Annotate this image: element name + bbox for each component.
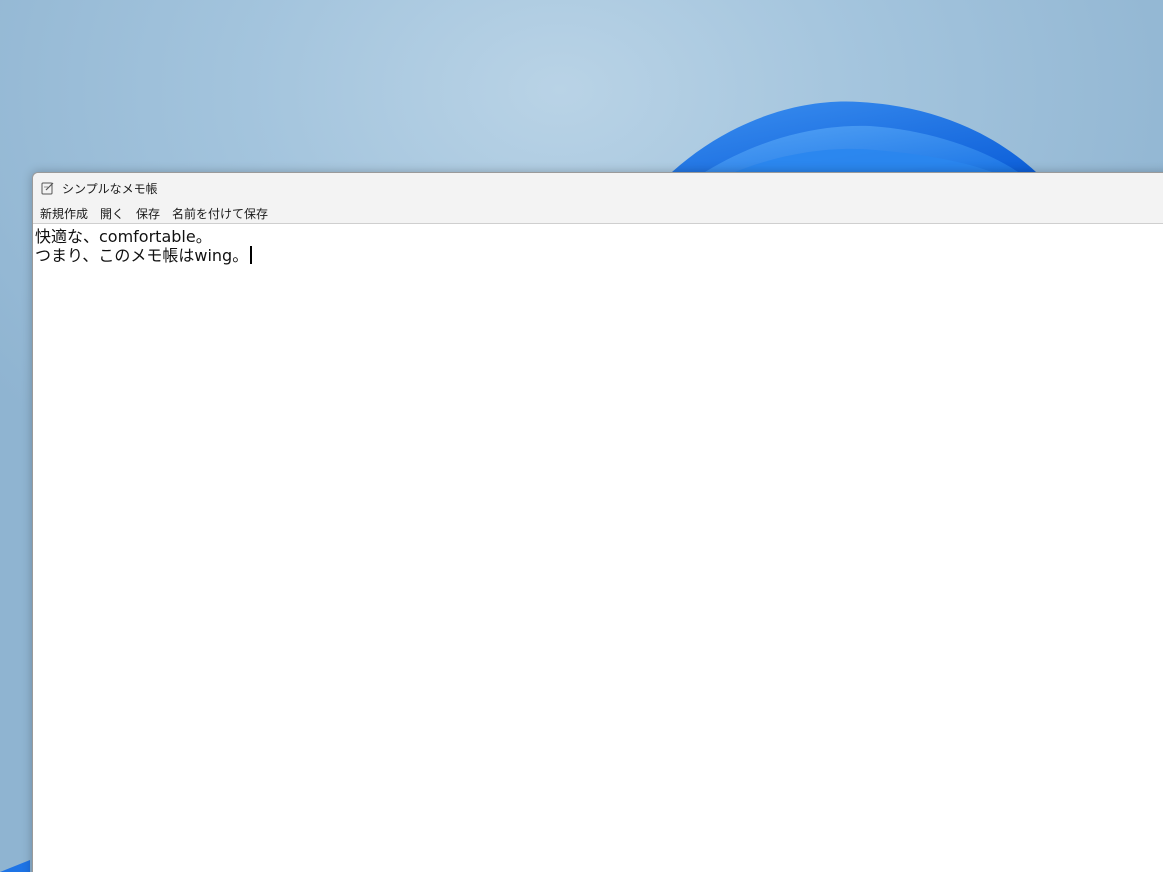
editor-line: つまり、このメモ帳はwing。 (35, 246, 1163, 265)
editor-line: 快適な、comfortable。 (35, 227, 1163, 246)
notepad-window[interactable]: シンプルなメモ帳 新規作成 開く 保存 名前を付けて保存 快適な、comfort… (32, 172, 1163, 872)
menu-new[interactable]: 新規作成 (35, 204, 95, 223)
text-caret (250, 246, 252, 264)
text-editor-area[interactable]: 快適な、comfortable。 つまり、このメモ帳はwing。 (33, 225, 1163, 872)
title-bar[interactable]: シンプルなメモ帳 (33, 173, 1163, 203)
editor-line-text: 快適な、comfortable。 (35, 227, 212, 246)
editor-line-text: つまり、このメモ帳はwing。 (35, 246, 249, 265)
window-title: シンプルなメモ帳 (62, 181, 158, 196)
menu-bar: 新規作成 開く 保存 名前を付けて保存 (33, 203, 1163, 224)
menu-save-as[interactable]: 名前を付けて保存 (167, 204, 275, 223)
menu-save[interactable]: 保存 (131, 204, 167, 223)
notepad-icon (40, 180, 56, 196)
menu-open[interactable]: 開く (95, 204, 131, 223)
